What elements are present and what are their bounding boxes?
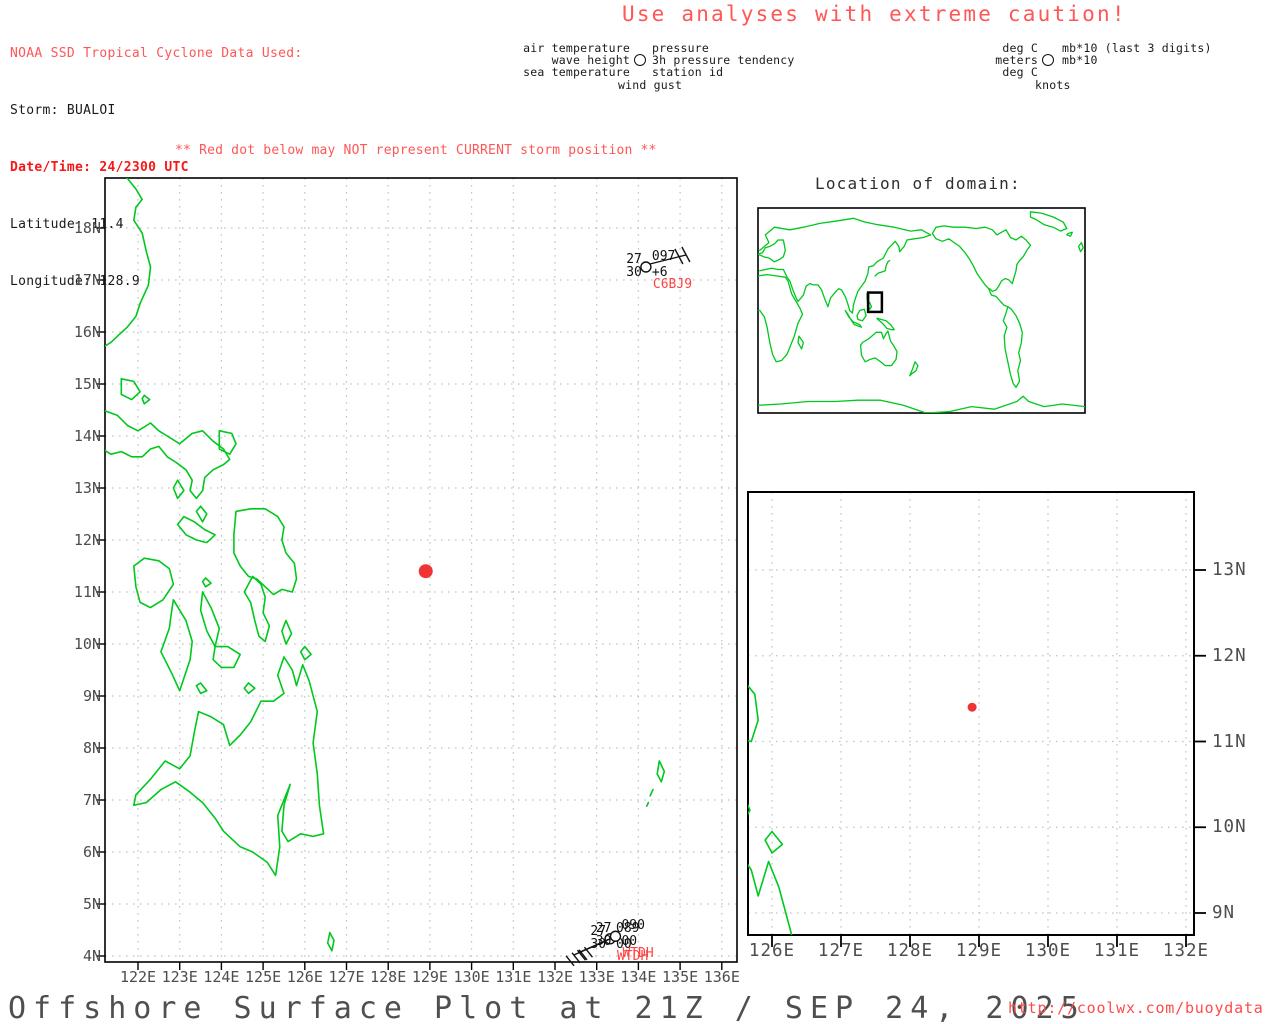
main-x-tick-label: 125E: [241, 968, 285, 986]
main-y-tick-label: 7N: [53, 791, 101, 809]
main-x-tick-label: 132E: [533, 968, 577, 986]
domain-inset-title: Location of domain:: [815, 174, 1021, 193]
svg-text:30: 30: [596, 934, 612, 949]
units-legend: deg C mb*10 (last 3 digits) meters mb*10…: [940, 42, 1242, 91]
zoom-y-tick-label: 10N: [1212, 817, 1264, 837]
main-x-tick-label: 124E: [199, 968, 243, 986]
main-y-tick-label: 11N: [53, 583, 101, 601]
main-y-tick-label: 8N: [53, 739, 101, 757]
warning-line: ** Red dot below may NOT represent CURRE…: [175, 143, 657, 158]
svg-text:097: 097: [652, 249, 675, 264]
datetime-line: Date/Time: 24/2300 UTC: [10, 158, 303, 177]
main-x-tick-label: 127E: [325, 968, 369, 986]
main-x-tick-label: 129E: [408, 968, 452, 986]
zoom-x-tick-label: 127E: [811, 941, 871, 961]
main-x-tick-label: 123E: [158, 968, 202, 986]
zoom-x-tick-label: 129E: [949, 941, 1009, 961]
main-y-tick-label: 13N: [53, 479, 101, 497]
zoom-x-tick-label: 132E: [1156, 941, 1216, 961]
zoom-x-tick-label: 126E: [742, 941, 802, 961]
unit-knots: knots: [1035, 79, 1215, 91]
svg-text:090: 090: [621, 918, 644, 933]
offshore-surface-plot-page: 2709730+6C6BJ9270893000WTDH270903000WTDH…: [0, 0, 1280, 1024]
station-circle-icon: [634, 54, 646, 66]
svg-text:30: 30: [626, 265, 642, 280]
main-y-tick-label: 14N: [53, 427, 101, 445]
zoom-x-tick-label: 130E: [1018, 941, 1078, 961]
svg-text:C6BJ9: C6BJ9: [653, 277, 692, 292]
zoom-x-tick-label: 131E: [1087, 941, 1147, 961]
zoom-y-tick-label: 12N: [1212, 646, 1264, 666]
main-x-tick-label: 130E: [450, 968, 494, 986]
main-y-tick-label: 18N: [53, 219, 101, 237]
main-x-tick-label: 135E: [658, 968, 702, 986]
main-y-tick-label: 9N: [53, 687, 101, 705]
zoom-y-tick-label: 13N: [1212, 560, 1264, 580]
main-y-tick-label: 17N: [53, 271, 101, 289]
zoom-x-tick-label: 128E: [880, 941, 940, 961]
main-x-tick-label: 134E: [616, 968, 660, 986]
zoom-y-tick-label: 9N: [1212, 903, 1264, 923]
station-circle-icon: [1042, 54, 1054, 66]
main-x-tick-label: 128E: [366, 968, 410, 986]
main-y-tick-label: 4N: [53, 947, 101, 965]
station-model-legend: air temperature pressure wave height 3h …: [520, 42, 822, 91]
main-y-tick-label: 5N: [53, 895, 101, 913]
unit-deg-c-sea: deg C: [940, 66, 1038, 78]
storm-name-line: Storm: BUALOI: [10, 101, 303, 120]
footer-url-link[interactable]: http://coolwx.com/buoydata: [1008, 999, 1264, 1017]
zoom-y-tick-label: 11N: [1212, 732, 1264, 752]
svg-text:WTDH: WTDH: [622, 946, 653, 961]
main-x-tick-label: 131E: [491, 968, 535, 986]
main-y-tick-label: 6N: [53, 843, 101, 861]
caution-title: Use analyses with extreme caution!: [622, 2, 1127, 26]
main-y-tick-label: 12N: [53, 531, 101, 549]
main-y-tick-label: 16N: [53, 323, 101, 341]
data-source-line: NOAA SSD Tropical Cyclone Data Used:: [10, 44, 303, 63]
main-x-tick-label: 136E: [700, 968, 744, 986]
main-y-tick-label: 15N: [53, 375, 101, 393]
footer-title: Offshore Surface Plot at 21Z / SEP 24, 2…: [8, 991, 1086, 1024]
legend-wind-gust: wind gust: [618, 79, 788, 91]
main-x-tick-label: 133E: [575, 968, 619, 986]
main-y-tick-label: 10N: [53, 635, 101, 653]
legend-sea-temperature: sea temperature: [520, 66, 630, 78]
main-x-tick-label: 126E: [283, 968, 327, 986]
unit-mb10: mb*10: [1062, 54, 1242, 66]
main-x-tick-label: 122E: [116, 968, 160, 986]
